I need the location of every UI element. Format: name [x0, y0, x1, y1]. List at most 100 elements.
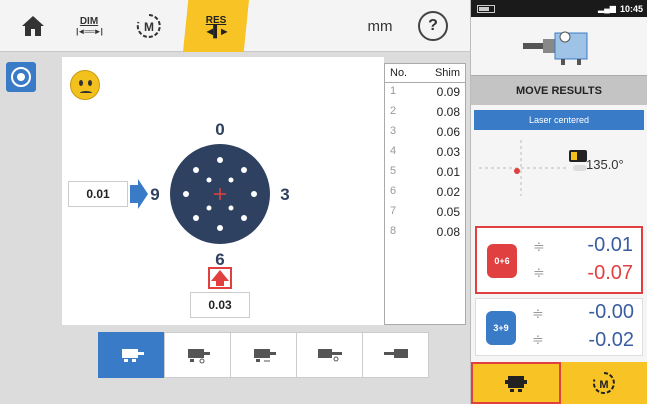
row-no: 7 — [390, 205, 397, 217]
row-no: 8 — [390, 225, 397, 237]
row-no: 1 — [390, 85, 397, 97]
shim-diagram-canvas: 0 3 6 9 0.01 0.03 — [62, 57, 384, 325]
machine-coupling-icon — [317, 349, 342, 362]
machine-shim-icon — [121, 349, 144, 362]
row-no: 3 — [390, 125, 397, 137]
table-row: 2 0.08 — [385, 103, 465, 123]
target-icon — [11, 67, 31, 87]
tab-shim-view[interactable] — [98, 332, 165, 378]
table-row: 5 0.01 — [385, 163, 465, 183]
measure-mode-icon: M — [136, 14, 161, 38]
laser-status-badge: Laser centered — [474, 110, 644, 130]
row-shim: 0.03 — [436, 145, 460, 159]
results-tab[interactable]: RES ◄▌► — [183, 0, 249, 52]
dimensions-button[interactable]: DIM |◄══►| — [60, 0, 118, 52]
live-move-button[interactable] — [471, 362, 561, 404]
row-shim: 0.08 — [436, 105, 460, 119]
vertical-front-value: -0.01 — [587, 234, 633, 256]
horizontal-offset-value: 0.01 — [68, 181, 128, 207]
horizontal-back-value: -0.02 — [588, 329, 634, 351]
home-icon — [22, 16, 44, 36]
signal-icon: ▂▄▆ — [597, 4, 616, 13]
machine-side-icon — [383, 349, 408, 358]
sensor-angle-area: 135.0° — [471, 130, 647, 202]
row-shim: 0.05 — [436, 205, 460, 219]
vertical-offset-text: 0.03 — [208, 298, 232, 312]
move-results-panel: ▂▄▆ 10:45 MOVE RESULTS Laser centered 13… — [470, 0, 647, 404]
tab-back-feet-view[interactable] — [230, 332, 297, 378]
horizontal-offset-text: 0.01 — [86, 187, 110, 201]
horizontal-front-value: -0.00 — [588, 301, 634, 323]
machine-front-feet-icon — [187, 349, 210, 364]
top-toolbar: DIM |◄══►| M RES ◄▌► mm ? — [0, 0, 470, 52]
row-shim: 0.01 — [436, 165, 460, 179]
tab-machine-view[interactable] — [362, 332, 429, 378]
view-tab-bar — [98, 332, 429, 378]
machine-thumbnail[interactable] — [471, 17, 647, 75]
table-row: 8 0.08 — [385, 223, 465, 243]
col-shim-header: Shim — [434, 67, 460, 79]
row-shim: 0.06 — [436, 125, 460, 139]
row-no: 2 — [390, 105, 397, 117]
smiley-tolerance-icon — [70, 70, 100, 100]
clock-label-0: 0 — [215, 120, 224, 139]
table-row: 3 0.06 — [385, 123, 465, 143]
target-view-button[interactable] — [6, 62, 36, 92]
clock-label-9: 9 — [150, 185, 159, 204]
svg-text:M: M — [599, 379, 608, 391]
dimension-arrows-icon: |◄══►| — [76, 27, 103, 36]
row-no: 5 — [390, 165, 397, 177]
row-no: 4 — [390, 145, 397, 157]
move-results-title: MOVE RESULTS — [471, 75, 647, 105]
row-no: 6 — [390, 185, 397, 197]
tab-front-feet-view[interactable] — [164, 332, 231, 378]
laser-position-icon — [479, 140, 567, 196]
home-button[interactable] — [8, 0, 58, 52]
device-status-bar: ▂▄▆ 10:45 — [471, 0, 647, 17]
battery-icon — [477, 4, 495, 13]
sensor-angle-value: 135.0° — [586, 157, 624, 172]
table-row: 7 0.05 — [385, 203, 465, 223]
measure-mode-button[interactable]: M — [120, 0, 178, 52]
help-button[interactable]: ? — [408, 0, 458, 52]
table-row: 1 0.09 — [385, 83, 465, 103]
back-foot-icon: ≑ — [533, 264, 545, 280]
clock-label-6: 6 — [215, 250, 224, 269]
shim-table-header: No. Shim — [385, 64, 465, 83]
back-foot-icon: ≑ — [532, 331, 544, 347]
vertical-arrow-icon — [208, 267, 232, 289]
left-sidebar — [0, 52, 42, 404]
vertical-move-panel[interactable]: 0+6 ≑ ≑ -0.01 -0.07 — [475, 226, 643, 294]
row-shim: 0.02 — [436, 185, 460, 199]
bottom-action-bar: M — [471, 362, 647, 404]
dim-label: DIM — [79, 16, 99, 27]
vertical-offset-value: 0.03 — [190, 292, 250, 318]
horizontal-move-panel[interactable]: 3+9 ≑ ≑ -0.00 -0.02 — [475, 298, 643, 356]
row-shim: 0.09 — [436, 85, 460, 99]
horizontal-badge: 3+9 — [486, 311, 516, 345]
table-row: 4 0.03 — [385, 143, 465, 163]
machine-train-icon — [523, 31, 588, 65]
tab-coupling-view[interactable] — [296, 332, 363, 378]
horizontal-arrow-icon — [130, 179, 148, 209]
front-foot-icon: ≑ — [533, 238, 545, 254]
front-foot-icon: ≑ — [532, 305, 544, 321]
main-app-area: DIM |◄══►| M RES ◄▌► mm ? 0 3 6 9 0.01 0… — [0, 0, 470, 404]
results-arrows-icon: ◄▌► — [204, 25, 230, 38]
row-shim: 0.08 — [436, 225, 460, 239]
col-no-header: No. — [390, 67, 408, 79]
vertical-badge: 0+6 — [487, 244, 517, 278]
machine-back-feet-icon — [253, 349, 276, 362]
clock-label-3: 3 — [280, 185, 289, 204]
remeasure-button[interactable]: M — [561, 362, 647, 404]
vertical-back-value: -0.07 — [587, 262, 633, 284]
svg-text:M: M — [144, 20, 154, 34]
shim-table: No. Shim 1 0.09 2 0.08 3 0.06 4 0.03 5 0.01 6… — [384, 63, 466, 325]
live-move-icon — [505, 376, 527, 392]
status-time: 10:45 — [619, 3, 643, 14]
help-icon: ? — [418, 11, 448, 41]
table-row: 6 0.02 — [385, 183, 465, 203]
unit-selector[interactable]: mm — [358, 0, 402, 52]
res-label: RES — [205, 14, 227, 26]
measure-mode-icon: M — [592, 372, 615, 394]
